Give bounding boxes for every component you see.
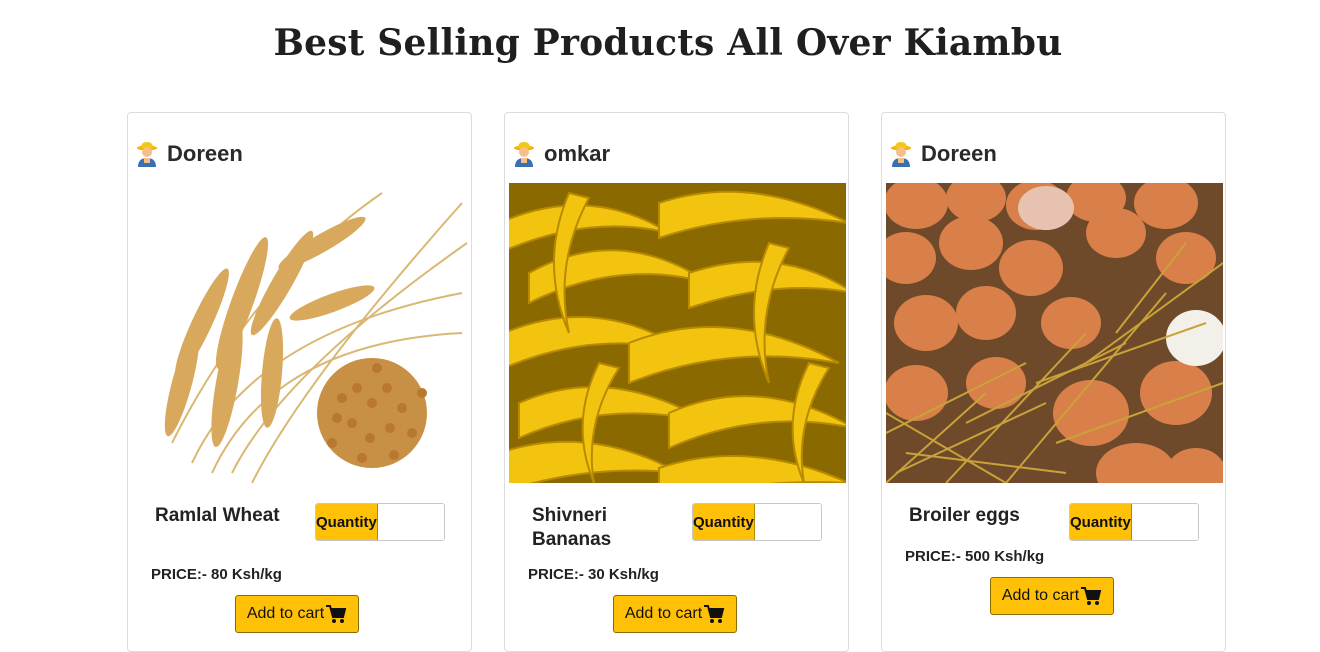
product-name: Broiler eggs: [909, 505, 1020, 526]
add-to-cart-button[interactable]: Add to cart: [235, 595, 359, 633]
seller-name: Doreen: [167, 141, 243, 166]
wheat-image: [132, 183, 469, 483]
quantity-label: Quantity: [316, 504, 378, 540]
product-card: Doreen: [881, 112, 1226, 652]
shopping-cart-icon: [1080, 586, 1102, 606]
add-to-cart-label: Add to cart: [1001, 587, 1080, 604]
product-card: omkar Shivneri Bananas Quantity PRICE:- …: [504, 112, 849, 652]
seller-name: Doreen: [921, 141, 997, 166]
eggs-image: [886, 183, 1223, 483]
quantity-input[interactable]: [754, 504, 821, 540]
seller-info: Doreen: [136, 139, 243, 169]
quantity-field: Quantity: [315, 503, 445, 541]
bananas-image: [509, 183, 846, 483]
quantity-field: Quantity: [1069, 503, 1199, 541]
seller-info: Doreen: [890, 139, 997, 169]
farmer-icon: [890, 141, 912, 167]
farmer-icon: [513, 141, 535, 167]
quantity-label: Quantity: [1070, 504, 1132, 540]
shopping-cart-icon: [325, 604, 347, 624]
quantity-field: Quantity: [692, 503, 822, 541]
product-name: Shivneri Bananas: [532, 505, 612, 550]
quantity-input[interactable]: [377, 504, 444, 540]
page-title: Best Selling Products All Over Kiambu: [273, 22, 1063, 64]
price-text: PRICE:- 80 Ksh/kg: [151, 566, 282, 583]
add-to-cart-label: Add to cart: [246, 605, 325, 622]
add-to-cart-button[interactable]: Add to cart: [613, 595, 737, 633]
quantity-label: Quantity: [693, 504, 755, 540]
seller-info: omkar: [513, 139, 610, 169]
seller-name: omkar: [544, 141, 611, 166]
product-name: Ramlal Wheat: [155, 505, 280, 526]
price-text: PRICE:- 30 Ksh/kg: [528, 566, 659, 583]
farmer-icon: [136, 141, 158, 167]
add-to-cart-button[interactable]: Add to cart: [990, 577, 1114, 615]
shopping-cart-icon: [703, 604, 725, 624]
add-to-cart-label: Add to cart: [624, 605, 703, 622]
product-card: Doreen: [127, 112, 472, 652]
price-text: PRICE:- 500 Ksh/kg: [905, 548, 1045, 565]
quantity-input[interactable]: [1131, 504, 1198, 540]
